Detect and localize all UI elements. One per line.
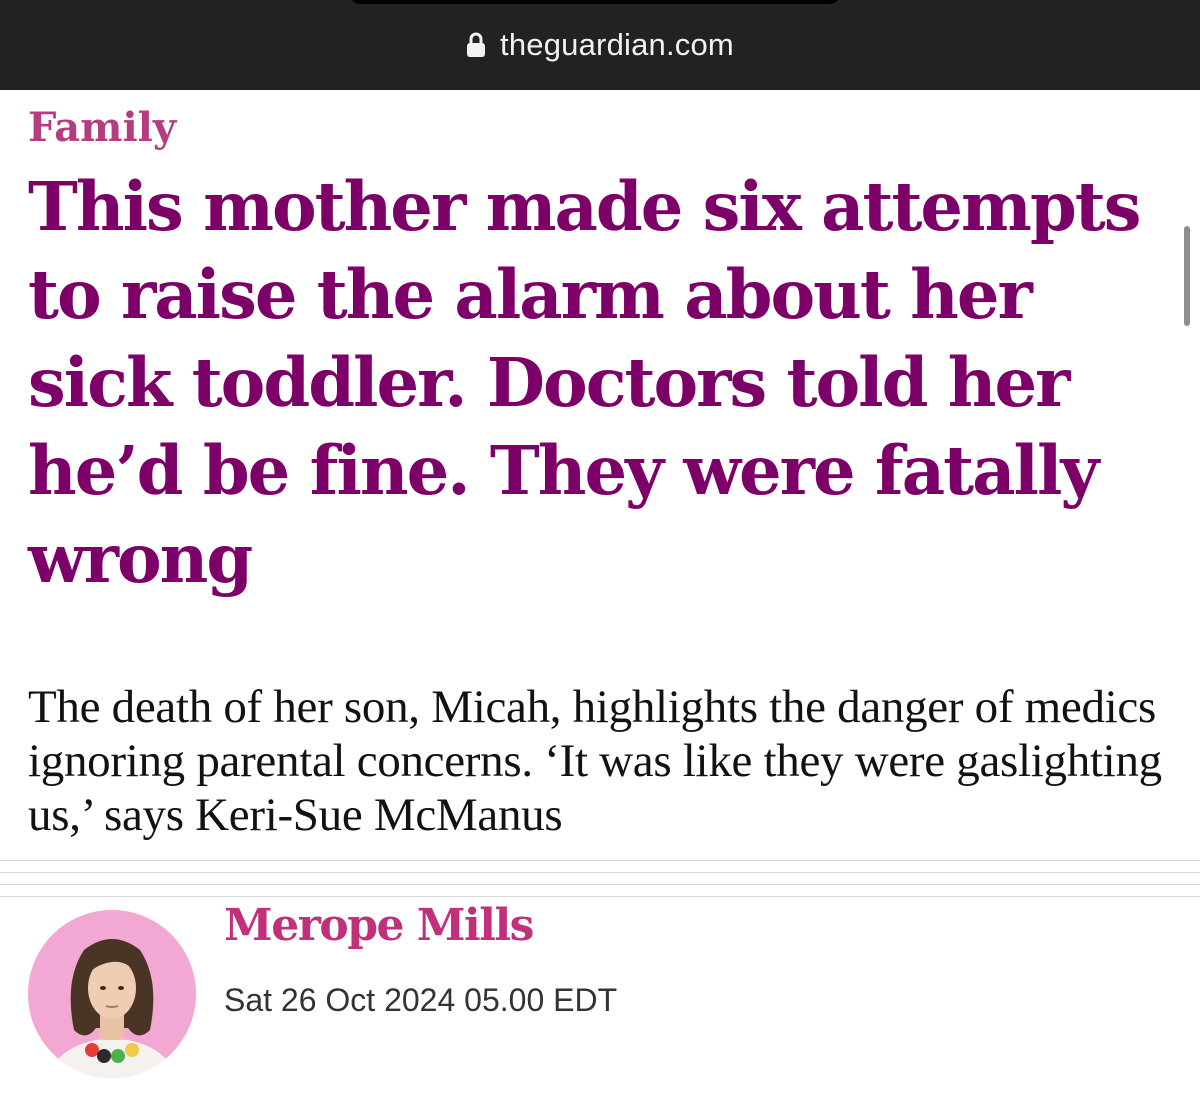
author-photo [28,910,196,1078]
divider [0,872,1200,873]
address-field[interactable]: theguardian.com [0,25,1200,65]
url-text: theguardian.com [500,27,734,62]
author-avatar [28,910,196,1078]
scrollbar-thumb[interactable] [1184,226,1190,326]
article-standfirst: The death of her son, Micah, highlights … [28,681,1162,841]
device-notch [350,0,840,4]
divider [0,896,1200,897]
divider [0,860,1200,861]
article-headline: This mother made six attempts to raise t… [28,167,1141,598]
divider-lines [0,858,1200,898]
lock-icon [466,32,486,58]
browser-url-bar[interactable]: theguardian.com [0,0,1200,90]
divider [0,884,1200,885]
section-label[interactable]: Family [28,104,176,151]
author-name-link[interactable]: Merope Mills [224,900,534,951]
publish-date: Sat 26 Oct 2024 05.00 EDT [224,982,618,1018]
